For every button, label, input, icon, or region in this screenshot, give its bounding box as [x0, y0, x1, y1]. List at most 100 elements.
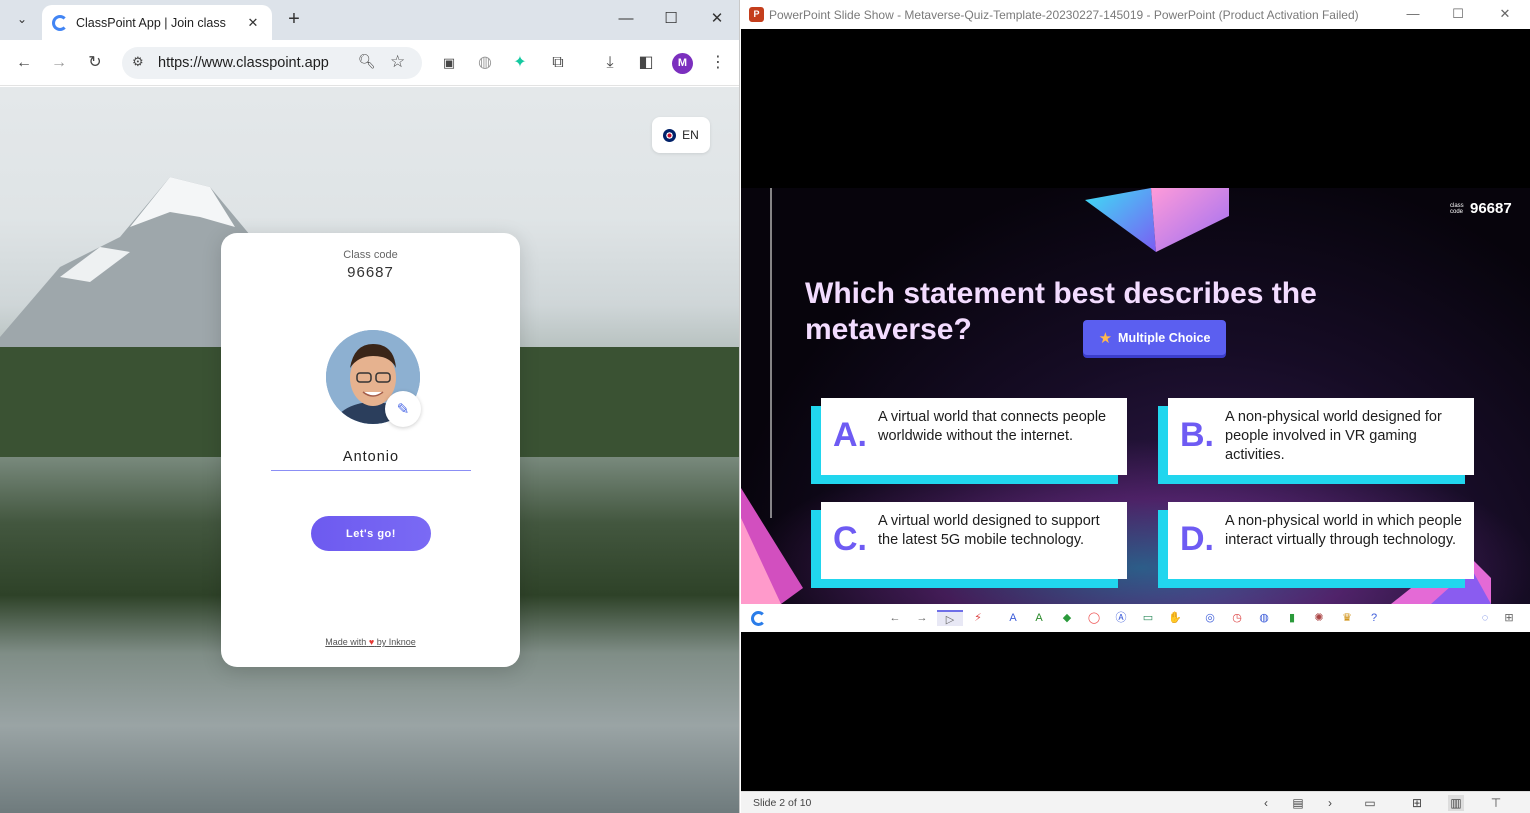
answer-text: A non-physical world designed for people…: [1225, 409, 1442, 463]
close-window-button[interactable]: ✕: [705, 8, 729, 30]
slide-count: Slide 2 of 10: [753, 797, 812, 809]
answer-box: C. A virtual world designed to support t…: [821, 502, 1127, 579]
slide-class-code: class code 96687: [1450, 200, 1512, 217]
browser-window: ⌄ ClassPoint App | Join class ✕ + — ☐ ✕ …: [0, 0, 740, 813]
reload-icon[interactable]: ↻: [83, 51, 107, 75]
drag-icon[interactable]: ✋: [1167, 610, 1183, 626]
wheel-icon[interactable]: ✺: [1311, 610, 1327, 626]
extensions-icon[interactable]: ⧉: [546, 51, 570, 75]
made-with-prefix: Made with: [325, 637, 367, 647]
ai-icon[interactable]: ◎: [1202, 610, 1218, 626]
help-icon[interactable]: ?: [1366, 610, 1382, 626]
ppt-close-button[interactable]: ✕: [1495, 5, 1515, 23]
picture-in-picture-icon[interactable]: ▣: [437, 51, 461, 75]
address-bar[interactable]: ⚙ https://www.classpoint.app 🔍︎ ☆: [122, 47, 422, 79]
globe-icon[interactable]: ◍: [473, 51, 497, 75]
site-info-icon[interactable]: ⚙: [132, 54, 144, 70]
toolbar-settings-icon[interactable]: ◌: [1477, 610, 1493, 626]
forward-icon[interactable]: →: [47, 51, 71, 75]
answer-box: A. A virtual world that connects people …: [821, 398, 1127, 475]
classpoint-favicon-icon: [52, 14, 68, 31]
status-prev-icon[interactable]: ‹: [1258, 795, 1274, 811]
trophy-icon[interactable]: ♛: [1339, 610, 1355, 626]
browser-toolbar: ← → ↻ ⚙ https://www.classpoint.app 🔍︎ ☆ …: [0, 40, 739, 86]
classpoint-logo-icon[interactable]: [751, 611, 766, 626]
next-slide-icon[interactable]: →: [914, 610, 930, 626]
tab-search-icon[interactable]: ⌄: [10, 7, 34, 31]
multiple-choice-label: Multiple Choice: [1118, 330, 1211, 345]
new-tab-button[interactable]: +: [284, 8, 304, 30]
download-icon[interactable]: ⤓: [598, 51, 622, 75]
maximize-button[interactable]: ☐: [659, 8, 683, 30]
status-next-icon[interactable]: ›: [1322, 795, 1338, 811]
back-icon[interactable]: ←: [12, 51, 36, 75]
laser-icon[interactable]: ⚡: [970, 610, 986, 626]
extension-pin-icon[interactable]: ✦: [508, 51, 532, 75]
edit-avatar-button[interactable]: ✎: [385, 391, 421, 427]
crystal-left-decoration: [741, 488, 803, 604]
language-button[interactable]: EN: [652, 117, 710, 153]
tab-close-icon[interactable]: ✕: [244, 15, 262, 31]
ppt-minimize-button[interactable]: —: [1403, 5, 1423, 23]
heart-icon: ♥: [368, 637, 375, 647]
join-class-card: Class code 96687 ✎ Let's go! Ma: [221, 233, 520, 667]
previous-slide-icon[interactable]: ←: [887, 610, 903, 626]
browser-icon[interactable]: ◍: [1256, 610, 1272, 626]
answer-text: A virtual world that connects people wor…: [878, 409, 1107, 444]
eraser-icon[interactable]: ◆: [1059, 610, 1075, 626]
answer-letter: D.: [1180, 520, 1214, 558]
answer-text: A virtual world designed to support the …: [878, 513, 1100, 548]
status-menu-icon[interactable]: ▤: [1290, 795, 1306, 811]
name-input[interactable]: [271, 443, 471, 471]
address-url[interactable]: https://www.classpoint.app: [158, 55, 329, 71]
profile-avatar[interactable]: M: [672, 53, 693, 74]
made-with-suffix: by Inknoe: [376, 637, 416, 647]
timer-icon[interactable]: ◷: [1229, 610, 1245, 626]
slide-sorter-icon[interactable]: ⊞: [1409, 795, 1425, 811]
answer-box: B. A non-physical world designed for peo…: [1168, 398, 1474, 475]
class-code-value: 96687: [347, 264, 394, 281]
minimize-button[interactable]: —: [614, 8, 638, 30]
tab-bar: ⌄ ClassPoint App | Join class ✕ + — ☐ ✕: [0, 0, 739, 40]
classpoint-slideshow-toolbar: ← → ▷ ⚡ A A ◆ ◯ Ⓐ ▭ ✋ ◎ ◷ ◍ ▮ ✺ ♛ ? ◌ ⊞: [741, 604, 1530, 632]
ppt-status-bar: Slide 2 of 10 ‹ ▤ › ▭ ⊞ ▥ ⊤: [741, 791, 1530, 813]
class-code-label: Class code: [343, 249, 398, 261]
answer-option-a[interactable]: A. A virtual world that connects people …: [811, 398, 1136, 484]
answer-option-b[interactable]: B. A non-physical world designed for peo…: [1158, 398, 1483, 484]
pen-icon[interactable]: A: [1005, 610, 1021, 626]
answer-box: D. A non-physical world in which people …: [1168, 502, 1474, 579]
made-with-link[interactable]: Made with ♥ by Inknoe: [221, 637, 520, 647]
ppt-title-bar: P PowerPoint Slide Show - Metaverse-Quiz…: [741, 0, 1530, 29]
slide-canvas: class code 96687 Which statement best de…: [741, 188, 1530, 604]
uk-flag-icon: [663, 128, 677, 142]
side-panel-icon[interactable]: ◧: [634, 51, 658, 75]
browser-tab[interactable]: ClassPoint App | Join class ✕: [42, 5, 272, 40]
page-viewport: EN Class code 96687 ✎ Let's go: [0, 87, 739, 813]
tab-title: ClassPoint App | Join class: [76, 15, 226, 30]
textbox-icon[interactable]: Ⓐ: [1113, 610, 1129, 626]
answer-option-d[interactable]: D. A non-physical world in which people …: [1158, 502, 1483, 588]
pencil-icon: ✎: [396, 401, 410, 418]
pointer-icon[interactable]: ▷: [937, 610, 963, 626]
answer-letter: C.: [833, 520, 867, 558]
toolbar-pin-icon[interactable]: ⊞: [1501, 610, 1517, 626]
reading-view-icon[interactable]: ▥: [1448, 795, 1464, 811]
normal-view-icon[interactable]: ▭: [1362, 795, 1378, 811]
lets-go-button[interactable]: Let's go!: [311, 516, 431, 551]
zoom-icon[interactable]: 🔍︎: [358, 53, 376, 70]
whiteboard-icon[interactable]: ▭: [1140, 610, 1156, 626]
multiple-choice-button[interactable]: ★ Multiple Choice: [1083, 320, 1226, 355]
ppt-maximize-button[interactable]: ☐: [1448, 5, 1468, 23]
star-icon: ★: [1098, 329, 1113, 347]
star-icon[interactable]: ☆: [390, 52, 405, 72]
slideshow-view-icon[interactable]: ⊤: [1488, 795, 1504, 811]
slide-class-code-value: 96687: [1470, 200, 1512, 217]
powerpoint-window: P PowerPoint Slide Show - Metaverse-Quiz…: [741, 0, 1530, 813]
shapes-icon[interactable]: ◯: [1086, 610, 1102, 626]
answer-option-c[interactable]: C. A virtual world designed to support t…: [811, 502, 1136, 588]
kebab-menu-icon[interactable]: ⋮: [706, 51, 730, 75]
chart-icon[interactable]: ▮: [1284, 610, 1300, 626]
highlighter-icon[interactable]: A: [1031, 610, 1047, 626]
gem-decoration: [1085, 188, 1229, 252]
slide-class-code-label: class code: [1450, 202, 1464, 215]
